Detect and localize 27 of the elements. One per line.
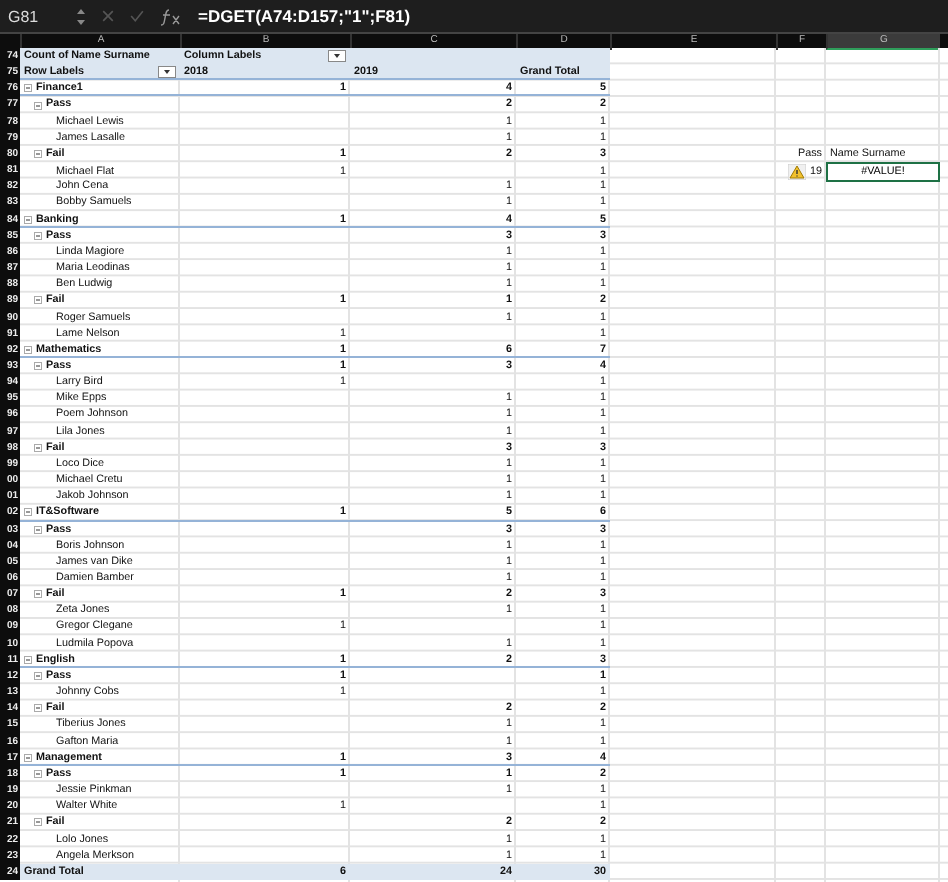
collapse-icon[interactable] — [34, 231, 42, 240]
collapse-icon[interactable] — [24, 345, 32, 354]
collapse-icon[interactable] — [34, 362, 42, 371]
function-icon[interactable] — [160, 7, 182, 25]
collapse-icon[interactable] — [24, 508, 32, 517]
collapse-icon[interactable] — [34, 672, 42, 681]
collapse-icon[interactable] — [34, 704, 42, 713]
collapse-icon[interactable] — [34, 590, 42, 599]
stepper-icon[interactable] — [76, 7, 86, 25]
warning-icon[interactable] — [788, 164, 806, 181]
check-icon[interactable] — [130, 10, 144, 22]
collapse-icon[interactable] — [24, 655, 32, 664]
collapse-icon[interactable] — [34, 769, 42, 778]
collapse-icon[interactable] — [24, 753, 32, 762]
formula-text[interactable]: =DGET(A74:D157;"1";F81) — [198, 6, 411, 26]
collapse-icon[interactable] — [34, 443, 42, 452]
dropdown-icon[interactable] — [158, 66, 176, 79]
collapse-icon[interactable] — [34, 818, 42, 827]
collapse-icon[interactable] — [34, 525, 42, 534]
collapse-icon[interactable] — [24, 215, 32, 224]
name-box[interactable]: G81 — [8, 7, 60, 25]
collapse-icon[interactable] — [34, 101, 42, 110]
cancel-icon[interactable] — [102, 10, 114, 22]
filter-icon[interactable] — [328, 50, 346, 63]
collapse-icon[interactable] — [24, 84, 32, 93]
collapse-icon[interactable] — [34, 150, 42, 159]
collapse-icon[interactable] — [34, 296, 42, 305]
